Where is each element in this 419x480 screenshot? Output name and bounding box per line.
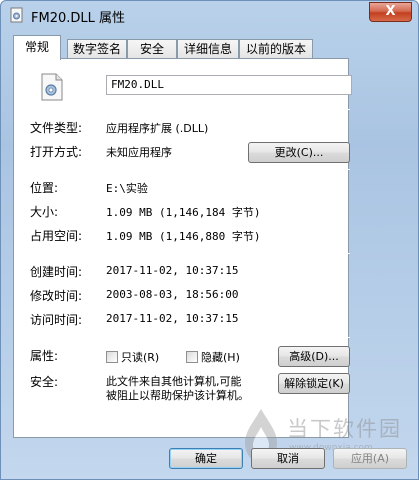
size-label: 大小: [30,205,59,219]
divider [30,169,350,170]
file-type-label: 文件类型: [30,121,83,135]
hidden-label: 隐藏(H) [201,351,240,364]
security-label: 安全: [30,375,59,389]
cancel-button[interactable]: 取消 [251,448,325,469]
attributes-label: 属性: [30,349,59,363]
title-bar[interactable]: FM20.DLL 属性 X [1,1,418,29]
tab-previous-versions[interactable]: 以前的版本 [239,39,313,59]
tab-security[interactable]: 安全 [127,39,177,59]
created-label: 创建时间: [30,265,83,279]
tab-general[interactable]: 常规 [13,35,61,60]
accessed-value: 2017-11-02, 10:37:15 [106,312,239,325]
file-type-value: 应用程序扩展 (.DLL) [106,122,209,135]
size-value: 1.09 MB (1,146,184 字节) [106,206,261,219]
advanced-button[interactable]: 高级(D)... [278,346,350,367]
opens-with-value: 未知应用程序 [106,146,172,159]
location-label: 位置: [30,181,59,195]
readonly-label: 只读(R) [121,351,160,364]
window-title: FM20.DLL 属性 [31,11,125,26]
tab-details[interactable]: 详细信息 [177,39,239,59]
size-on-disk-label: 占用空间: [30,229,83,243]
divider [30,253,350,254]
size-on-disk-value: 1.09 MB (1,146,880 字节) [106,230,261,243]
readonly-checkbox[interactable]: 只读(R) [106,349,159,365]
unblock-button[interactable]: 解除锁定(K) [278,373,350,394]
modified-label: 修改时间: [30,289,83,303]
security-text-line2: 被阻止以帮助保护该计算机。 [106,389,249,402]
accessed-label: 访问时间: [30,313,83,327]
hidden-checkbox[interactable]: 隐藏(H) [186,349,240,365]
modified-value: 2003-08-03, 18:56:00 [106,288,239,301]
general-sheet: FM20.DLL 文件类型: 应用程序扩展 (.DLL) 打开方式: 未知应用程… [13,58,352,438]
watermark-text: 当下软件园 [287,417,402,441]
change-button[interactable]: 更改(C)... [248,142,350,163]
dll-file-icon [10,7,23,23]
tab-digital-signatures[interactable]: 数字签名 [67,39,127,59]
tab-panel: 常规 数字签名 安全 详细信息 以前的版本 FM20.DLL 文件类型: 应用程… [9,35,412,440]
opens-with-label: 打开方式: [30,145,83,159]
close-button[interactable]: X [369,2,412,22]
hidden-check-box[interactable] [186,351,198,363]
ok-button[interactable]: 确定 [169,448,243,469]
readonly-check-box[interactable] [106,351,118,363]
properties-window: FM20.DLL 属性 X 常规 数字签名 安全 详细信息 以前的版本 FM20… [0,0,419,480]
divider [30,109,350,110]
file-name-input[interactable]: FM20.DLL [106,75,352,95]
location-value: E:\实验 [106,182,148,195]
dll-file-large-icon [41,73,63,101]
apply-button[interactable]: 应用(A) [333,448,407,469]
created-value: 2017-11-02, 10:37:15 [106,264,239,277]
divider [30,337,350,338]
